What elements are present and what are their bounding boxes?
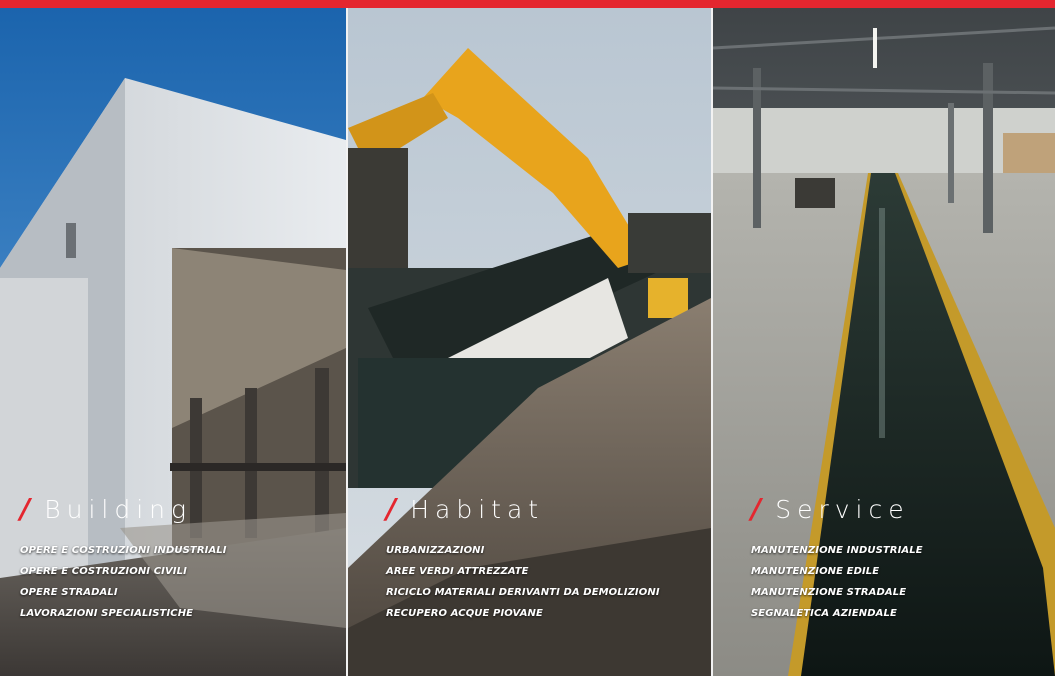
panel-habitat[interactable]: / Habitat URBANIZZAZIONI AREE VERDI ATTR… [348, 8, 711, 676]
list-item: LAVORAZIONI SPECIALISTICHE [20, 608, 194, 619]
list-item: RICICLO MATERIALI DERIVANTI DA DEMOLIZIO… [386, 587, 660, 598]
panel-building[interactable]: / Building OPERE E COSTRUZIONI INDUSTRIA… [0, 8, 346, 676]
list-item: MANUTENZIONE INDUSTRIALE [751, 545, 923, 556]
list-item: MANUTENZIONE EDILE [751, 566, 880, 577]
service-title: Service [775, 494, 910, 524]
list-item: URBANIZZAZIONI [386, 545, 485, 556]
list-item: OPERE E COSTRUZIONI INDUSTRIALI [20, 545, 227, 556]
habitat-title: Habitat [410, 494, 545, 524]
panel-service[interactable]: / Service MANUTENZIONE INDUSTRIALE MANUT… [713, 8, 1055, 676]
panel-divider [711, 8, 713, 676]
habitat-slash: / [386, 492, 397, 525]
service-services-list: MANUTENZIONE INDUSTRIALE MANUTENZIONE ED… [751, 540, 923, 624]
panels-container: / Building OPERE E COSTRUZIONI INDUSTRIA… [0, 8, 1055, 676]
habitat-services-list: URBANIZZAZIONI AREE VERDI ATTREZZATE RIC… [386, 540, 660, 624]
habitat-heading: / Habitat [386, 489, 544, 529]
panel-divider [346, 8, 348, 676]
list-item: OPERE STRADALI [20, 587, 118, 598]
building-slash: / [20, 492, 31, 525]
service-heading: / Service [751, 489, 910, 529]
building-heading: / Building [20, 489, 192, 529]
list-item: RECUPERO ACQUE PIOVANE [386, 608, 543, 619]
building-title: Building [44, 494, 193, 524]
list-item: AREE VERDI ATTREZZATE [386, 566, 529, 577]
list-item: SEGNALETICA AZIENDALE [751, 608, 897, 619]
top-accent-bar [0, 0, 1055, 8]
list-item: OPERE E COSTRUZIONI CIVILI [20, 566, 187, 577]
service-slash: / [751, 492, 762, 525]
building-services-list: OPERE E COSTRUZIONI INDUSTRIALI OPERE E … [20, 540, 227, 624]
list-item: MANUTENZIONE STRADALE [751, 587, 907, 598]
